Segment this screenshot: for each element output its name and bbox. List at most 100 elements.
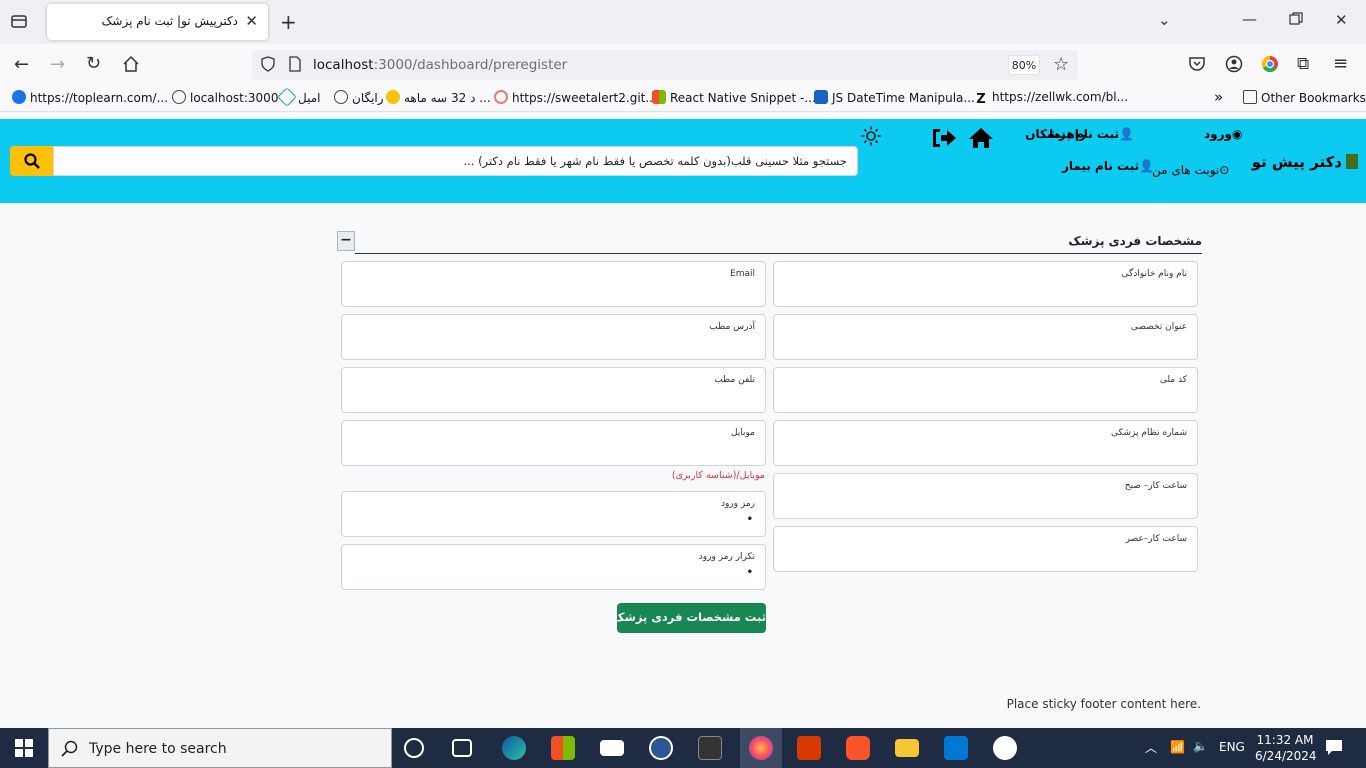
vscode-icon[interactable] bbox=[944, 736, 968, 760]
browser-tab-bar: دکترپیش تو| ثبت نام پزشک ✕ + ⌄ — ✕ bbox=[0, 0, 1366, 44]
task-view-icon[interactable] bbox=[452, 739, 472, 757]
confirm-password-field[interactable]: تکرار رمز ورود • bbox=[341, 544, 766, 590]
field-label: رمز ورود bbox=[720, 499, 755, 509]
logout-icon[interactable] bbox=[931, 127, 957, 149]
z-favicon-icon: Z bbox=[974, 93, 988, 107]
menu-icon[interactable]: ≡ bbox=[1333, 53, 1348, 74]
reload-icon[interactable]: ↻ bbox=[86, 53, 101, 74]
globe-icon bbox=[334, 90, 348, 104]
bookmark-item[interactable]: React Native Snippet -... bbox=[652, 90, 816, 105]
doctor-register-label: ثبت نام پزشکان bbox=[1025, 127, 1120, 141]
other-bookmarks[interactable]: Other Bookmarks bbox=[1243, 90, 1366, 105]
specialty-field[interactable]: عنوان تخصصی bbox=[773, 314, 1198, 360]
app-icon[interactable] bbox=[649, 736, 673, 760]
brand-name: دکتر پیش تو bbox=[1251, 153, 1342, 171]
sun-favicon-icon bbox=[386, 90, 400, 104]
medical-license-field[interactable]: شماره نظام پزشکی bbox=[773, 420, 1198, 466]
mail-icon[interactable] bbox=[600, 740, 624, 756]
morning-hours-field[interactable]: ساعت کار– صبح bbox=[773, 473, 1198, 519]
brand-logo[interactable]: دکتر پیش تو bbox=[1252, 153, 1358, 171]
brave-icon[interactable] bbox=[846, 736, 870, 760]
my-appointments-link[interactable]: ⊙نوبت های من bbox=[1152, 163, 1229, 177]
restore-icon[interactable] bbox=[1289, 12, 1303, 30]
mobile-field[interactable]: موبایل bbox=[341, 420, 766, 466]
windows-logo-icon bbox=[15, 739, 33, 757]
field-label: آدرس مطب bbox=[709, 322, 755, 332]
bookmark-star-icon[interactable]: ☆ bbox=[1053, 54, 1069, 75]
folder-icon bbox=[1243, 90, 1257, 104]
network-icon[interactable]: 📶 bbox=[1170, 740, 1185, 768]
tab-close-icon[interactable]: ✕ bbox=[245, 12, 258, 30]
bookmark-label: https://zellwk.com/bl... bbox=[992, 90, 1129, 104]
new-tab-icon[interactable]: + bbox=[280, 10, 297, 34]
password-field[interactable]: رمز ورود • bbox=[341, 491, 766, 537]
search-input[interactable]: جستجو مثلا حسینی قلب(بدون کلمه تخصص یا ف… bbox=[53, 146, 858, 176]
tray-expand-icon[interactable]: ︿ bbox=[1145, 739, 1157, 768]
clock-time: 11:32 AM bbox=[1256, 733, 1314, 747]
bookmark-item[interactable]: د 32 سه ماهه ... bbox=[386, 90, 491, 105]
cortana-icon[interactable] bbox=[404, 738, 424, 758]
site-header: جستجو مثلا حسینی قلب(بدون کلمه تخصص یا ف… bbox=[0, 119, 1366, 203]
tab-list-icon[interactable] bbox=[10, 12, 28, 34]
search-button[interactable] bbox=[10, 146, 53, 176]
bookmark-item[interactable]: https://sweetalert2.git... bbox=[494, 90, 657, 105]
field-label: ساعت کار–عصر bbox=[1125, 534, 1187, 544]
office-phone-field[interactable]: تلفن مطب bbox=[341, 367, 766, 413]
bookmark-item[interactable]: localhost:3000 bbox=[172, 90, 278, 105]
close-window-icon[interactable]: ✕ bbox=[1335, 11, 1348, 29]
bookmark-label: رایگان bbox=[352, 91, 384, 105]
mobile-username-hint: موبایل/(شناسه کاربری) bbox=[671, 470, 765, 481]
bookmark-item[interactable]: JS DateTime Manipula... bbox=[814, 90, 975, 105]
shield-icon[interactable] bbox=[260, 56, 276, 76]
url-text: localhost:3000/dashboard/preregister bbox=[313, 57, 567, 73]
file-explorer-icon[interactable] bbox=[895, 739, 919, 757]
office-address-field[interactable]: آدرس مطب bbox=[341, 314, 766, 360]
office-icon[interactable] bbox=[797, 736, 821, 760]
search-placeholder: جستجو مثلا حسینی قلب(بدون کلمه تخصص یا ف… bbox=[463, 154, 847, 168]
patient-register-link[interactable]: 👤ثبت نام بیمار bbox=[1062, 159, 1154, 173]
bookmarks-overflow-icon[interactable]: » bbox=[1214, 88, 1223, 106]
store-icon[interactable] bbox=[551, 736, 575, 760]
field-label: شماره نظام پزشکی bbox=[1111, 428, 1187, 438]
taskbar-search-placeholder: Type here to search bbox=[89, 741, 227, 757]
taskbar-clock[interactable]: 11:32 AM 6/24/2024 bbox=[1255, 732, 1317, 764]
bookmark-item[interactable]: Zhttps://zellwk.com/bl... bbox=[974, 90, 1128, 107]
notification-icon[interactable] bbox=[1325, 738, 1343, 768]
active-tab[interactable]: دکترپیش تو| ثبت نام پزشک ✕ bbox=[47, 4, 268, 40]
doctor-register-link[interactable]: 👤ثبت نام پزشکان bbox=[1025, 127, 1134, 141]
home-nav-icon[interactable] bbox=[968, 127, 994, 149]
evening-hours-field[interactable]: ساعت کار–عصر bbox=[773, 526, 1198, 572]
account-icon[interactable] bbox=[1225, 55, 1243, 77]
pocket-icon[interactable] bbox=[1188, 55, 1206, 77]
full-name-field[interactable]: نام ونام خانوادگی bbox=[773, 261, 1198, 307]
zoom-level[interactable]: 80% bbox=[1008, 55, 1040, 75]
national-id-field[interactable]: کد ملی bbox=[773, 367, 1198, 413]
home-icon[interactable] bbox=[122, 55, 140, 77]
back-icon[interactable]: ← bbox=[14, 54, 29, 75]
collapse-button[interactable]: − bbox=[337, 231, 355, 251]
extensions-icon[interactable]: ⧉ bbox=[1297, 54, 1309, 74]
edge-icon[interactable] bbox=[502, 736, 526, 760]
minimize-icon[interactable]: — bbox=[1242, 10, 1257, 28]
forward-icon[interactable]: → bbox=[50, 54, 65, 75]
bookmark-item[interactable]: امیل bbox=[277, 87, 320, 107]
sticky-footer: Place sticky footer content here. bbox=[1006, 697, 1201, 711]
chrome-extension-icon[interactable] bbox=[1261, 55, 1279, 77]
sun-theme-icon[interactable] bbox=[861, 126, 881, 146]
language-indicator[interactable]: ENG bbox=[1219, 740, 1245, 768]
address-bar[interactable]: localhost:3000/dashboard/preregister 80%… bbox=[252, 50, 1078, 80]
taskbar-search[interactable]: Type here to search bbox=[48, 728, 392, 768]
terminal-icon[interactable] bbox=[698, 736, 722, 760]
my-appointments-label: نوبت های من bbox=[1152, 163, 1220, 177]
field-label: Email bbox=[730, 269, 755, 279]
login-link[interactable]: ◉ورود bbox=[1204, 127, 1242, 141]
bookmark-item[interactable]: https://toplearn.com/... bbox=[12, 90, 168, 105]
bookmark-item[interactable]: رایگان bbox=[334, 90, 384, 105]
submit-button[interactable]: ثبت مشخصات فردی پزشک bbox=[613, 603, 766, 633]
tab-overflow-icon[interactable]: ⌄ bbox=[1158, 11, 1171, 29]
volume-icon[interactable]: 🔈 bbox=[1193, 739, 1208, 768]
other-bookmarks-label: Other Bookmarks bbox=[1261, 91, 1366, 105]
mongodb-icon[interactable] bbox=[993, 736, 1017, 760]
email-field[interactable]: Email bbox=[341, 261, 766, 307]
start-button[interactable] bbox=[0, 728, 48, 768]
